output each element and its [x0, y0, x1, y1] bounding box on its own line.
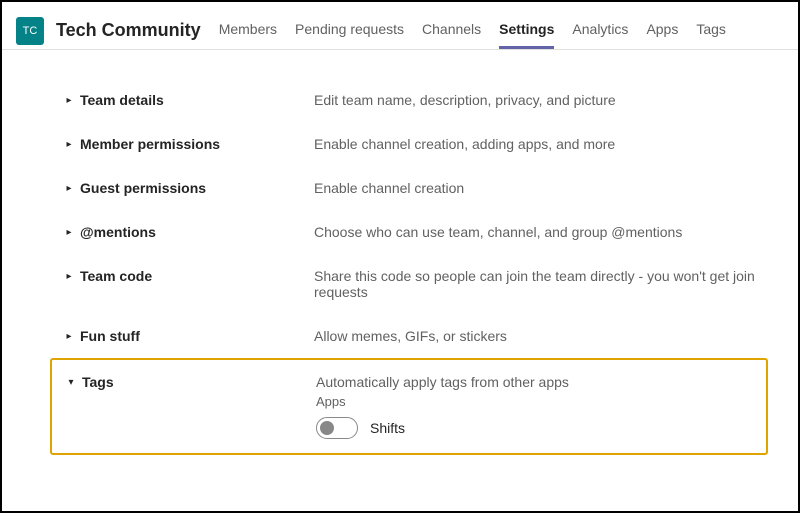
tabs: Members Pending requests Channels Settings A… — [219, 12, 726, 49]
apps-label: Apps — [316, 394, 766, 409]
section-title: Member permissions — [80, 136, 220, 152]
tab-settings[interactable]: Settings — [499, 12, 554, 49]
section-desc: Enable channel creation, adding apps, an… — [314, 136, 615, 152]
tab-pending-requests[interactable]: Pending requests — [295, 12, 404, 49]
settings-row--mentions[interactable]: ▸ @mentions Choose who can use team, chann… — [2, 210, 798, 254]
chevron-down-icon: ▾ — [66, 377, 76, 388]
section-title: Fun stuff — [80, 328, 140, 344]
team-avatar: TC — [16, 17, 44, 45]
section-desc: Share this code so people can join the t… — [314, 268, 798, 300]
chevron-right-icon: ▸ — [64, 95, 74, 106]
settings-row-team-details[interactable]: ▸ Team details Edit team name, description… — [2, 78, 798, 122]
section-title: Team code — [80, 268, 152, 284]
tags-apps-block: Apps Shifts — [316, 394, 766, 439]
tab-tags[interactable]: Tags — [696, 12, 726, 49]
chevron-right-icon: ▸ — [64, 139, 74, 150]
chevron-right-icon: ▸ — [64, 331, 74, 342]
chevron-right-icon: ▸ — [64, 183, 74, 194]
toggle-knob — [320, 421, 334, 435]
chevron-right-icon: ▸ — [64, 227, 74, 238]
team-name: Tech Community — [56, 20, 201, 41]
settings-row-member-permissions[interactable]: ▸ Member permissions Enable channel creati… — [2, 122, 798, 166]
settings-row-fun-stuff[interactable]: ▸ Fun stuff Allow memes, GIFs, or stickers — [2, 314, 798, 358]
tags-section-highlight: ▾ Tags Automatically apply tags from oth… — [50, 358, 768, 455]
toggle-row: Shifts — [316, 417, 766, 439]
header: TC Tech Community Members Pending request… — [2, 2, 798, 50]
settings-row-guest-permissions[interactable]: ▸ Guest permissions Enable channel creatio… — [2, 166, 798, 210]
tab-members[interactable]: Members — [219, 12, 277, 49]
tab-apps[interactable]: Apps — [646, 12, 678, 49]
section-title: Guest permissions — [80, 180, 206, 196]
settings-row-team-code[interactable]: ▸ Team code Share this code so people can … — [2, 254, 798, 314]
section-title: @mentions — [80, 224, 156, 240]
section-title: Team details — [80, 92, 164, 108]
section-desc: Choose who can use team, channel, and gr… — [314, 224, 682, 240]
section-desc: Allow memes, GIFs, or stickers — [314, 328, 507, 344]
tab-analytics[interactable]: Analytics — [572, 12, 628, 49]
toggle-label: Shifts — [370, 420, 405, 436]
shifts-toggle[interactable] — [316, 417, 358, 439]
chevron-right-icon: ▸ — [64, 271, 74, 282]
settings-content: ▸ Team details Edit team name, description… — [2, 50, 798, 455]
settings-row-tags[interactable]: ▾ Tags Automatically apply tags from oth… — [52, 366, 766, 394]
section-desc: Edit team name, description, privacy, an… — [314, 92, 616, 108]
section-desc: Enable channel creation — [314, 180, 464, 196]
tab-channels[interactable]: Channels — [422, 12, 481, 49]
section-title: Tags — [82, 374, 114, 390]
section-desc: Automatically apply tags from other apps — [316, 374, 569, 390]
